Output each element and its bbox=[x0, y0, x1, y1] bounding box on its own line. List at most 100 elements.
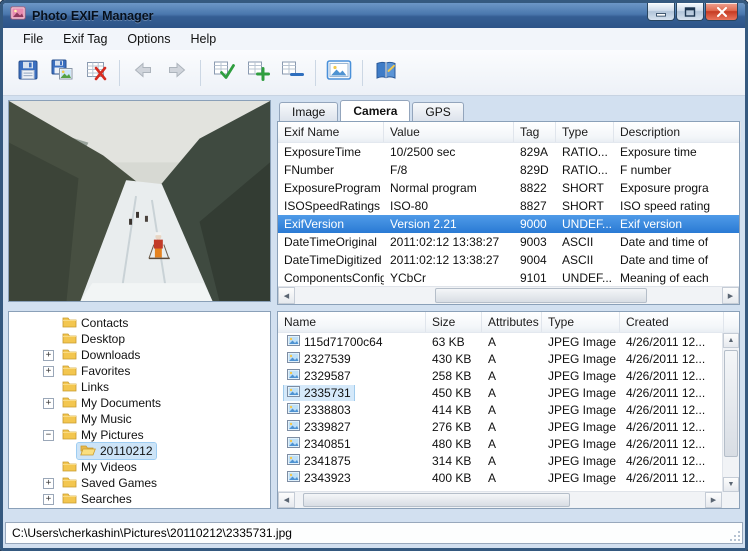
exif-row-fnumber[interactable]: FNumberF/8829DRATIO...F number bbox=[278, 161, 739, 179]
file-cell: JPEG Image bbox=[542, 403, 620, 417]
exif-row-componentsconfig[interactable]: ComponentsConfig...YCbCr9101UNDEF...Mean… bbox=[278, 269, 739, 287]
file-row-2327539[interactable]: 2327539430 KBAJPEG Image4/26/2011 12... bbox=[278, 350, 722, 367]
exif-hscrollbar[interactable]: ◀ ▶ bbox=[278, 286, 739, 304]
scroll-left-button[interactable]: ◀ bbox=[278, 287, 295, 304]
file-row-2329587[interactable]: 2329587258 KBAJPEG Image4/26/2011 12... bbox=[278, 367, 722, 384]
file-row-2341875[interactable]: 2341875314 KBAJPEG Image4/26/2011 12... bbox=[278, 452, 722, 469]
hscroll-thumb[interactable] bbox=[435, 288, 647, 303]
hscroll-track[interactable] bbox=[295, 492, 705, 508]
resize-grip[interactable] bbox=[728, 529, 741, 542]
tree-item-my-pictures[interactable]: −My Pictures bbox=[9, 427, 270, 443]
file-column-attributes[interactable]: Attributes bbox=[482, 312, 542, 332]
expand-icon[interactable]: + bbox=[43, 366, 54, 377]
exif-column-exif-name[interactable]: Exif Name bbox=[278, 122, 384, 142]
expand-icon[interactable]: + bbox=[43, 494, 54, 505]
tab-image[interactable]: Image bbox=[279, 102, 338, 121]
tree-item-saved-games[interactable]: + Saved Games bbox=[9, 475, 270, 491]
tree-item-content: My Music bbox=[59, 411, 135, 427]
file-name: 2335731 bbox=[284, 385, 354, 401]
toolbar-separator bbox=[113, 56, 126, 90]
minimize-button[interactable] bbox=[647, 3, 675, 21]
file-column-name[interactable]: Name bbox=[278, 312, 426, 332]
exif-cell: F number bbox=[614, 163, 739, 177]
tab-camera[interactable]: Camera bbox=[340, 100, 410, 121]
file-column-created[interactable]: Created bbox=[620, 312, 724, 332]
scroll-right-button[interactable]: ▶ bbox=[722, 287, 739, 304]
file-row-115d71700c64[interactable]: 115d71700c6463 KBAJPEG Image4/26/2011 12… bbox=[278, 333, 722, 350]
file-label: 2327539 bbox=[304, 352, 351, 366]
file-cell: 480 KB bbox=[426, 437, 482, 451]
tree-item-content: Searches bbox=[59, 491, 135, 507]
menu-file[interactable]: File bbox=[13, 29, 53, 49]
tree-item-links[interactable]: Links bbox=[9, 379, 270, 395]
image-viewer-button[interactable] bbox=[322, 54, 356, 92]
file-row-2340851[interactable]: 2340851480 KBAJPEG Image4/26/2011 12... bbox=[278, 435, 722, 452]
exif-column-description[interactable]: Description bbox=[614, 122, 741, 142]
remove-tag-button[interactable] bbox=[275, 54, 309, 92]
collapse-icon[interactable]: − bbox=[43, 430, 54, 441]
tree-item-downloads[interactable]: +Downloads bbox=[9, 347, 270, 363]
exif-column-value[interactable]: Value bbox=[384, 122, 514, 142]
scroll-left-button[interactable]: ◀ bbox=[278, 492, 295, 508]
hscroll-track[interactable] bbox=[295, 287, 722, 304]
titlebar[interactable]: Photo EXIF Manager bbox=[3, 3, 745, 28]
redo-button[interactable] bbox=[160, 54, 194, 92]
file-row-2338803[interactable]: 2338803414 KBAJPEG Image4/26/2011 12... bbox=[278, 401, 722, 418]
add-tag-button[interactable] bbox=[241, 54, 275, 92]
winter-photo bbox=[9, 101, 270, 301]
expand-icon[interactable]: + bbox=[43, 350, 54, 361]
delete-exif-button[interactable] bbox=[79, 54, 113, 92]
hscroll-thumb[interactable] bbox=[303, 493, 570, 507]
close-button[interactable] bbox=[705, 3, 738, 21]
save-image-button[interactable] bbox=[45, 54, 79, 92]
exif-cell: SHORT bbox=[556, 181, 614, 195]
file-row-2335731[interactable]: 2335731450 KBAJPEG Image4/26/2011 12... bbox=[278, 384, 722, 401]
scroll-up-button[interactable]: ▲ bbox=[723, 333, 739, 348]
menu-exif-tag[interactable]: Exif Tag bbox=[53, 29, 117, 49]
exif-row-exposureprogram[interactable]: ExposureProgramNormal program8822SHORTEx… bbox=[278, 179, 739, 197]
tree-item-desktop[interactable]: Desktop bbox=[9, 331, 270, 347]
expand-icon[interactable]: + bbox=[43, 398, 54, 409]
menu-help[interactable]: Help bbox=[181, 29, 227, 49]
folder-icon bbox=[62, 411, 77, 427]
exif-cell: RATIO... bbox=[556, 163, 614, 177]
file-column-size[interactable]: Size bbox=[426, 312, 482, 332]
exif-cell: 8822 bbox=[514, 181, 556, 195]
vscroll-track[interactable] bbox=[723, 348, 739, 477]
maximize-button[interactable] bbox=[676, 3, 704, 21]
tree-item-my-documents[interactable]: +My Documents bbox=[9, 395, 270, 411]
exif-column-tag[interactable]: Tag bbox=[514, 122, 556, 142]
exif-column-type[interactable]: Type bbox=[556, 122, 614, 142]
exif-row-datetimedigitized[interactable]: DateTimeDigitized2011:02:12 13:38:279004… bbox=[278, 251, 739, 269]
file-vscrollbar[interactable]: ▲ ▼ bbox=[722, 333, 739, 492]
tree-item-20110212[interactable]: 20110212 bbox=[9, 443, 270, 459]
tree-item-contacts[interactable]: Contacts bbox=[9, 315, 270, 331]
exif-row-isospeedratings[interactable]: ISOSpeedRatingsISO-808827SHORTISO speed … bbox=[278, 197, 739, 215]
expand-icon[interactable]: + bbox=[43, 478, 54, 489]
exif-row-datetimeoriginal[interactable]: DateTimeOriginal2011:02:12 13:38:279003A… bbox=[278, 233, 739, 251]
scroll-down-button[interactable]: ▼ bbox=[723, 477, 739, 492]
scroll-right-button[interactable]: ▶ bbox=[705, 492, 722, 508]
file-cell: 4/26/2011 12... bbox=[620, 352, 722, 366]
tree-item-favorites[interactable]: +Favorites bbox=[9, 363, 270, 379]
vscroll-thumb[interactable] bbox=[724, 350, 738, 457]
file-row-2343923[interactable]: 2343923400 KBAJPEG Image4/26/2011 12... bbox=[278, 469, 722, 486]
tab-gps[interactable]: GPS bbox=[412, 102, 463, 121]
file-row-2339827[interactable]: 2339827276 KBAJPEG Image4/26/2011 12... bbox=[278, 418, 722, 435]
exif-row-exifversion[interactable]: ExifVersionVersion 2.219000UNDEF...Exif … bbox=[278, 215, 739, 233]
undo-button[interactable] bbox=[126, 54, 160, 92]
menu-options[interactable]: Options bbox=[117, 29, 180, 49]
file-column-type[interactable]: Type bbox=[542, 312, 620, 332]
tree-item-my-music[interactable]: My Music bbox=[9, 411, 270, 427]
file-hscrollbar[interactable]: ◀ ▶ bbox=[278, 491, 722, 508]
save-exif-button[interactable] bbox=[11, 54, 45, 92]
folder-icon bbox=[62, 315, 77, 331]
exif-row-exposuretime[interactable]: ExposureTime10/2500 sec829ARATIO...Expos… bbox=[278, 143, 739, 161]
image-file-icon bbox=[287, 402, 300, 418]
tree-item-content: Saved Games bbox=[59, 475, 160, 491]
tree-item-searches[interactable]: + Searches bbox=[9, 491, 270, 507]
scroll-corner bbox=[722, 492, 739, 508]
edit-tag-button[interactable] bbox=[207, 54, 241, 92]
help-book-button[interactable] bbox=[369, 54, 403, 92]
tree-item-my-videos[interactable]: My Videos bbox=[9, 459, 270, 475]
